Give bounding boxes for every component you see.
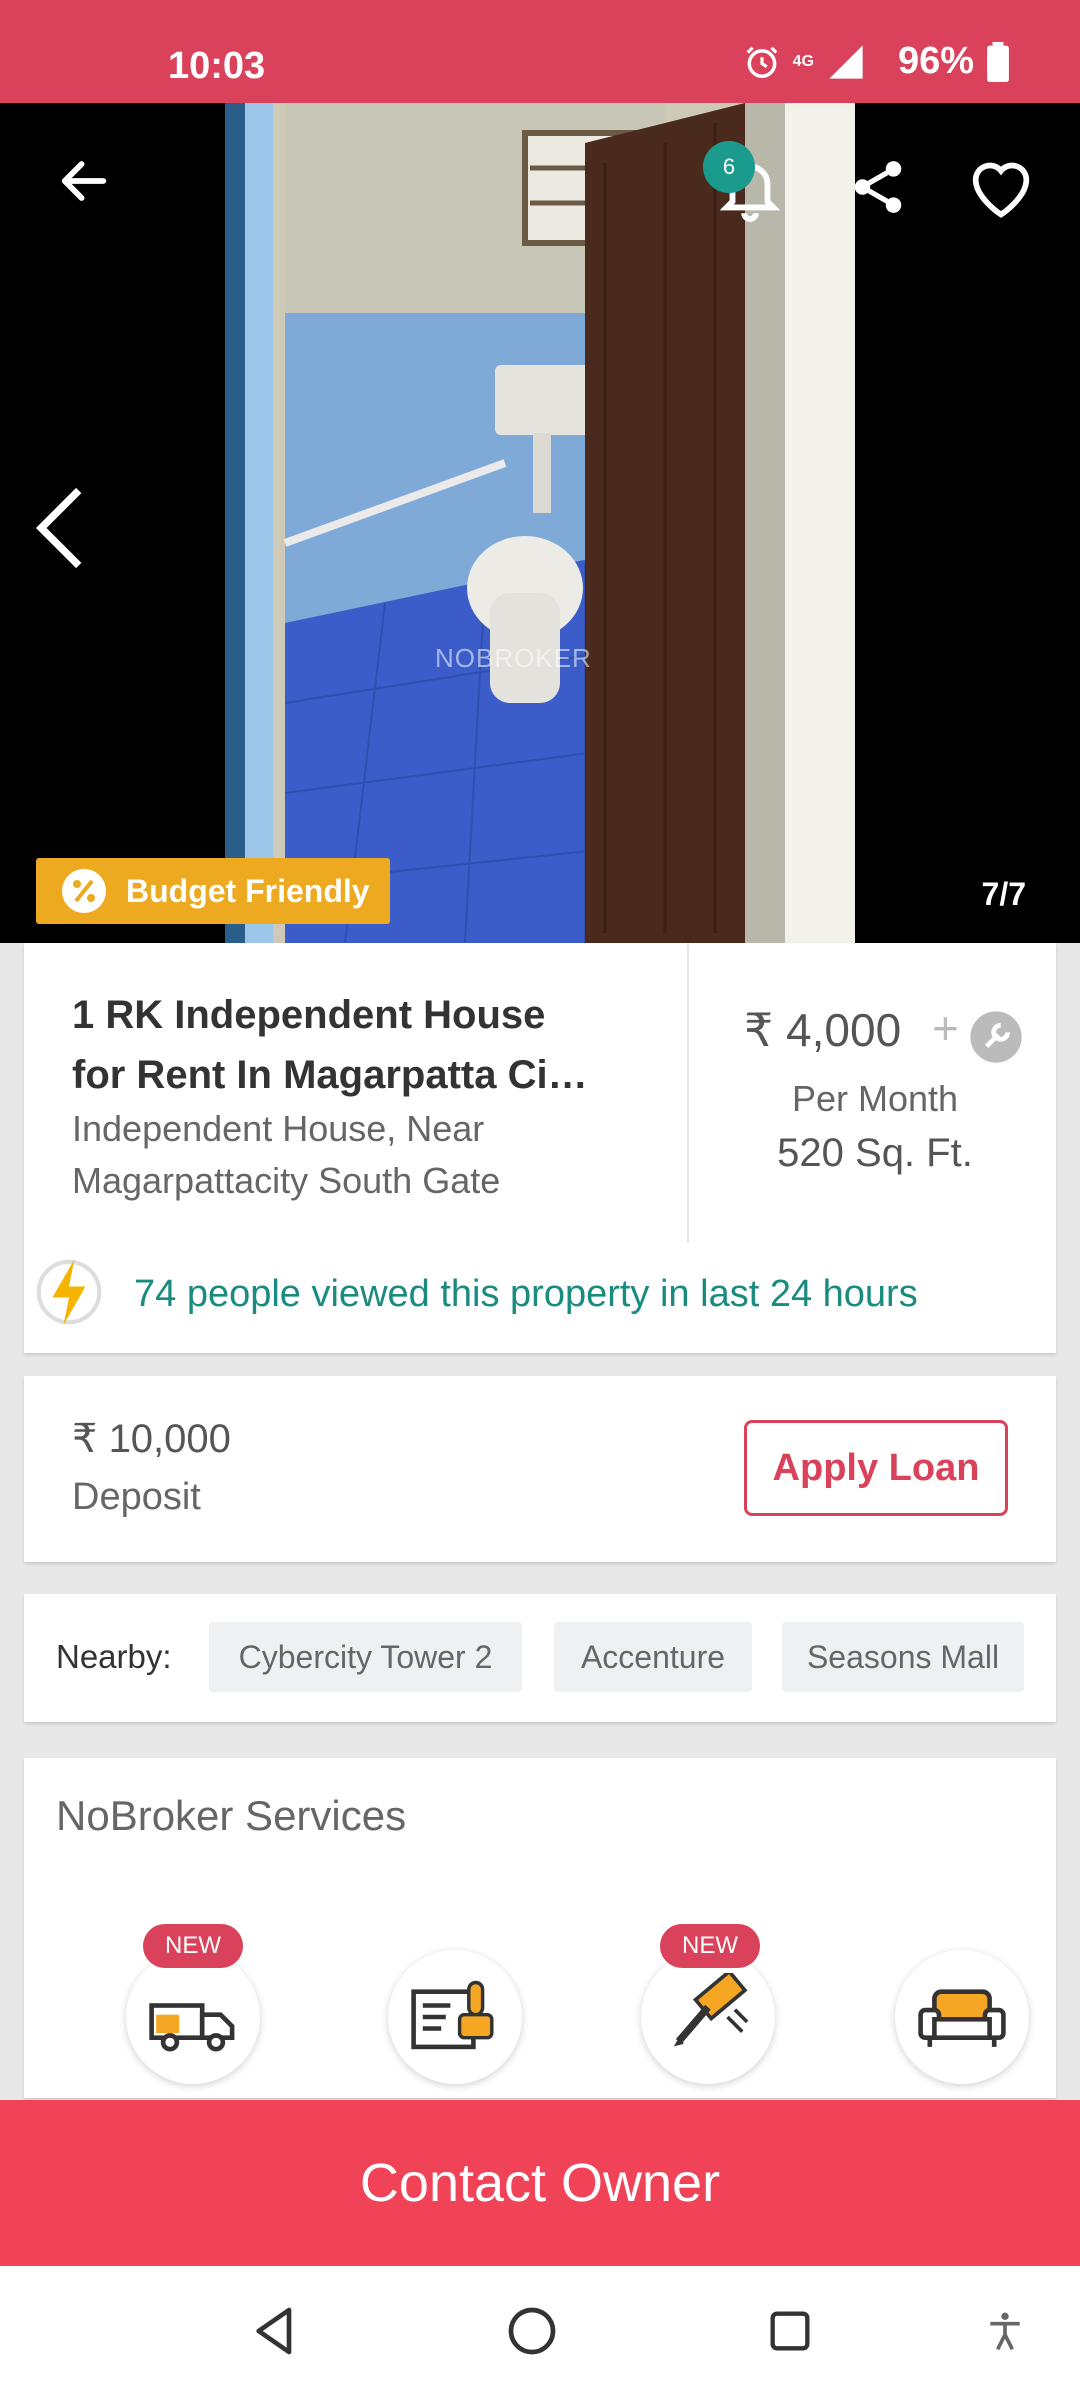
nav-recents-button[interactable] [755, 2296, 825, 2366]
views-count-text: 74 people viewed this property in last 2… [134, 1273, 918, 1315]
share-button[interactable] [836, 145, 920, 229]
nearby-chip[interactable]: Cybercity Tower 2 [209, 1622, 522, 1692]
rental-agreement-icon [411, 1980, 494, 2050]
property-title-line1: 1 RK Independent House [72, 993, 546, 1037]
nav-recents-icon [770, 2311, 810, 2351]
service-rental-agreement[interactable] [388, 1950, 522, 2084]
status-bar: 10:03 4G 96% [0, 0, 1080, 103]
heart-icon [972, 162, 1030, 218]
furniture-icon [918, 1989, 1006, 2047]
nearby-chip[interactable]: Accenture [554, 1622, 752, 1692]
back-arrow-icon [61, 161, 107, 201]
price-unit: Per Month [791, 1078, 959, 1119]
property-summary-card: 1 RK Independent House for Rent In Magar… [24, 943, 1056, 1353]
chevron-left-icon [35, 487, 82, 569]
apply-loan-button[interactable]: Apply Loan [744, 1420, 1008, 1516]
battery-percent: 96% [897, 40, 974, 82]
nearby-card: Nearby: Cybercity Tower 2 Accenture Seas… [24, 1594, 1056, 1722]
new-badge: NEW [660, 1924, 760, 1968]
photo-counter: 7/7 [981, 876, 1026, 912]
rent-price: ₹ 4,000 [744, 1004, 902, 1056]
photo-watermark: NOBROKER [435, 643, 592, 673]
divider [687, 943, 689, 1243]
previous-photo-button[interactable] [20, 473, 100, 583]
battery-icon [987, 41, 1009, 82]
budget-friendly-badge: Budget Friendly [36, 858, 390, 924]
property-area: 520 Sq. Ft. [777, 1131, 973, 1175]
property-title-line2: for Rent In Magarpatta Ci… [72, 1053, 588, 1097]
nav-home-button[interactable] [497, 2296, 567, 2366]
property-photo[interactable]: NOBROKER [225, 103, 855, 943]
alarm-icon [746, 46, 777, 78]
nav-home-icon [508, 2307, 556, 2355]
favorite-button[interactable] [956, 141, 1046, 231]
nav-back-icon [256, 2307, 292, 2355]
signal-icon [829, 44, 863, 79]
photo-gallery[interactable]: NOBROKER 6 Budget Friendly 7/7 [0, 103, 1080, 943]
nearby-chip[interactable]: Seasons Mall [782, 1622, 1024, 1692]
status-time: 10:03 [168, 45, 266, 87]
accessibility-icon [990, 2312, 1020, 2351]
budget-friendly-label: Budget Friendly [126, 872, 370, 909]
accessibility-button[interactable] [970, 2296, 1040, 2366]
lightning-icon [36, 1259, 102, 1325]
property-subtitle: Independent House, Near Magarpattacity S… [72, 1108, 501, 1201]
painting-icon [673, 1973, 749, 2047]
services-title: NoBroker Services [56, 1792, 407, 1839]
service-packers-movers[interactable] [126, 1950, 260, 2084]
notification-count-badge: 6 [703, 141, 755, 193]
nav-back-button[interactable] [240, 2296, 310, 2366]
system-nav-bar [0, 2266, 1080, 2400]
share-icon [854, 161, 902, 213]
packers-movers-icon [149, 2003, 235, 2052]
deposit-label: Deposit [72, 1476, 201, 1518]
nearby-label: Nearby: [56, 1638, 172, 1675]
back-button[interactable] [44, 141, 124, 221]
percent-badge-icon [62, 869, 106, 913]
network-type: 4G [792, 52, 814, 70]
service-painting[interactable] [641, 1950, 775, 2084]
contact-owner-button[interactable]: Contact Owner [0, 2100, 1080, 2266]
maintenance-icon[interactable] [968, 1009, 1024, 1065]
status-icons: 4G 96% [743, 40, 1010, 83]
deposit-amount: ₹ 10,000 [72, 1417, 231, 1461]
service-furniture[interactable] [895, 1950, 1029, 2084]
deposit-card: ₹ 10,000 Deposit Apply Loan [24, 1376, 1056, 1562]
new-badge: NEW [143, 1924, 243, 1968]
services-card: NoBroker Services NEW NEW [24, 1758, 1056, 2098]
price-plus: + [932, 1002, 959, 1054]
